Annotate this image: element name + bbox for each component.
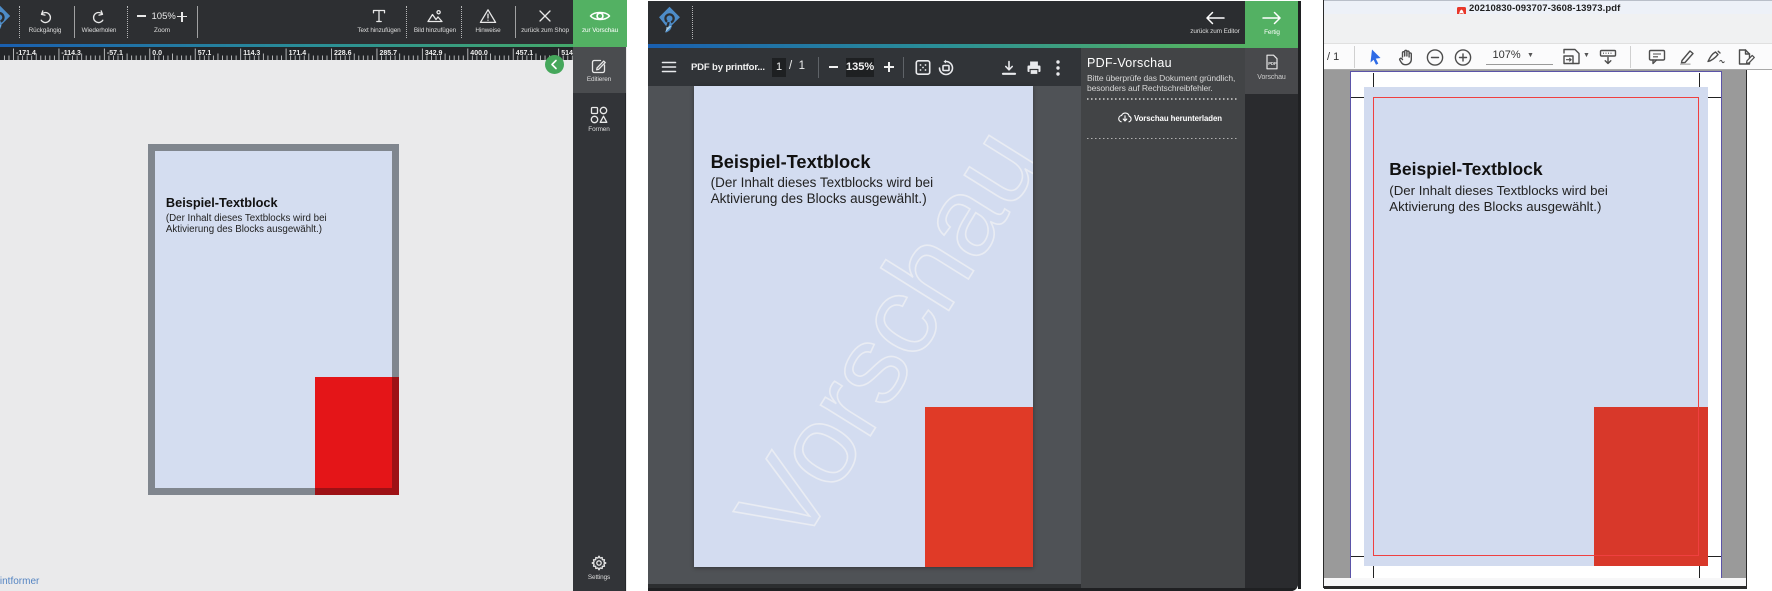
svg-text:-114.3: -114.3 bbox=[61, 50, 81, 57]
svg-text:171.4: 171.4 bbox=[289, 50, 307, 57]
svg-text:-171.4: -171.4 bbox=[16, 50, 36, 57]
svg-text:114.3: 114.3 bbox=[243, 50, 260, 57]
svg-text:-57.1: -57.1 bbox=[107, 50, 123, 57]
svg-text:228.6: 228.6 bbox=[334, 50, 352, 57]
svg-text:342.9: 342.9 bbox=[425, 50, 443, 57]
svg-text:0.0: 0.0 bbox=[152, 50, 162, 57]
svg-text:457.1: 457.1 bbox=[516, 50, 534, 57]
svg-text:PDF: PDF bbox=[1268, 61, 1277, 66]
svg-text:57.1: 57.1 bbox=[198, 50, 212, 57]
svg-text:285.7: 285.7 bbox=[380, 50, 398, 57]
svg-text:400.0: 400.0 bbox=[470, 50, 488, 57]
